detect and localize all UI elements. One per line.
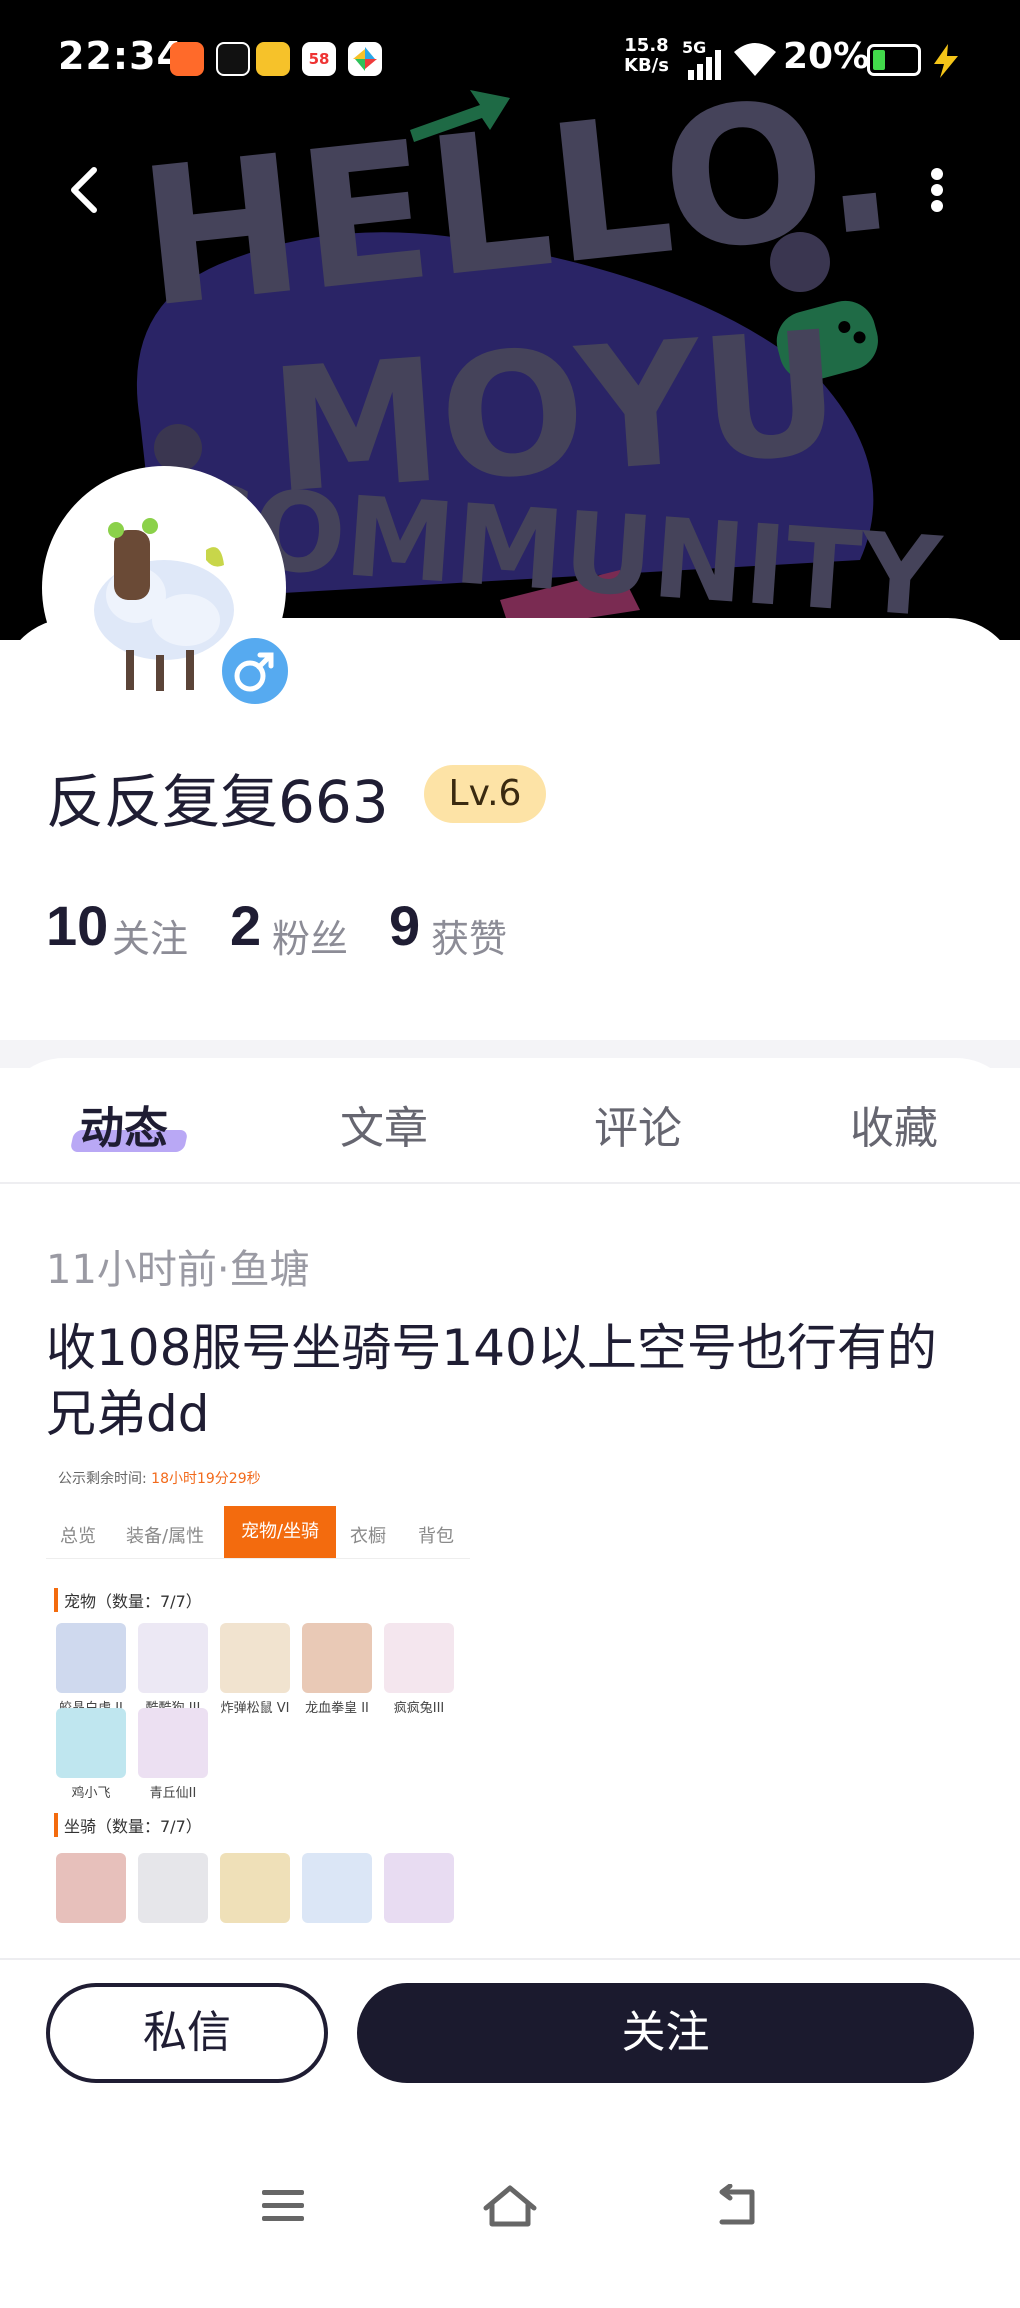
pet-item: 疯疯兔III xyxy=(384,1623,454,1716)
video-app-icon xyxy=(256,42,290,76)
battery-percent: 20% xyxy=(783,36,870,77)
username: 反反复复663 xyxy=(46,768,389,836)
followers-count[interactable]: 2 xyxy=(230,893,261,958)
mount-item xyxy=(56,1853,126,1923)
bottom-divider xyxy=(0,1958,1020,1960)
signal-icon xyxy=(688,50,721,80)
back-nav-icon[interactable] xyxy=(712,2184,762,2228)
message-button[interactable]: 私信 xyxy=(46,1983,328,2083)
pet-item: 鸡小飞 xyxy=(56,1708,126,1801)
image-pets-section: 宠物（数量：7/7） xyxy=(54,1588,202,1612)
image-tab-bag: 背包 xyxy=(418,1526,454,1547)
more-options-button[interactable] xyxy=(912,160,962,220)
likes-count: 9 xyxy=(389,894,421,957)
following-count[interactable]: 10 xyxy=(46,893,108,958)
image-timer-label: 公示剩余时间: xyxy=(58,1471,152,1487)
male-icon xyxy=(234,652,274,692)
post-image[interactable]: 公示剩余时间: 18小时19分29秒 总览 装备/属性 宠物/坐骑 衣橱 背包 … xyxy=(46,1458,470,1958)
net-speed-unit: KB/s xyxy=(624,55,669,76)
following-label[interactable]: 关注 xyxy=(112,908,188,963)
58-app-icon: 58 xyxy=(302,42,336,76)
image-timer: 公示剩余时间: 18小时19分29秒 xyxy=(58,1468,261,1488)
pet-item: 青丘仙II xyxy=(138,1708,208,1801)
pet-item: 皎晶白虎 II xyxy=(56,1623,126,1716)
net-speed: 15.8 KB/s xyxy=(624,36,669,76)
app-a-icon xyxy=(170,42,204,76)
image-tab-pets: 宠物/坐骑 xyxy=(224,1506,336,1558)
mount-item xyxy=(384,1853,454,1923)
image-tab-equipment: 装备/属性 xyxy=(126,1526,205,1547)
menu-icon[interactable] xyxy=(258,2184,308,2228)
tab-dynamic[interactable]: 动态 xyxy=(80,1092,168,1156)
tiktok-icon xyxy=(216,42,250,76)
mount-item xyxy=(302,1853,372,1923)
image-timer-value: 18小时19分29秒 xyxy=(151,1471,261,1487)
home-icon[interactable] xyxy=(480,2184,540,2228)
image-tab-wardrobe: 衣橱 xyxy=(350,1526,386,1547)
wifi-icon xyxy=(734,43,776,76)
back-button[interactable] xyxy=(60,160,110,220)
pinwheel-app-icon xyxy=(348,42,382,76)
image-tab-overview: 总览 xyxy=(60,1526,96,1547)
charging-icon xyxy=(934,44,958,78)
tab-divider xyxy=(0,1182,1020,1184)
post-meta: 11小时前·鱼塘 xyxy=(46,1247,310,1293)
status-bar: 22:34 58 15.8 KB/s 5G 20% xyxy=(0,0,1020,120)
follow-button[interactable]: 关注 xyxy=(357,1983,974,2083)
likes-label: 获赞 xyxy=(431,917,508,961)
net-speed-value: 15.8 xyxy=(624,35,669,56)
mount-item xyxy=(220,1853,290,1923)
chevron-left-icon xyxy=(71,167,97,213)
male-gender-badge xyxy=(216,632,294,710)
followers-label[interactable]: 粉丝 xyxy=(272,908,348,963)
tab-articles[interactable]: 文章 xyxy=(340,1092,428,1156)
battery-icon xyxy=(867,44,921,76)
tab-comments[interactable]: 评论 xyxy=(594,1092,682,1156)
clock: 22:34 xyxy=(58,34,184,78)
tab-favorites[interactable]: 收藏 xyxy=(850,1092,938,1156)
image-tabs: 总览 装备/属性 宠物/坐骑 衣橱 背包 xyxy=(46,1506,470,1559)
more-vertical-icon xyxy=(931,168,943,212)
image-mounts-section: 坐骑（数量：7/7） xyxy=(54,1813,202,1837)
pet-item: 酷酷狗 III xyxy=(138,1623,208,1716)
pet-item: 龙血拳皇 II xyxy=(302,1623,372,1716)
pet-item: 炸弹松鼠 VI xyxy=(220,1623,290,1716)
post-title[interactable]: 收108服号坐骑号140以上空号也行有的兄弟dd xyxy=(46,1315,976,1447)
level-badge: Lv.6 xyxy=(424,765,546,823)
mount-item xyxy=(138,1853,208,1923)
